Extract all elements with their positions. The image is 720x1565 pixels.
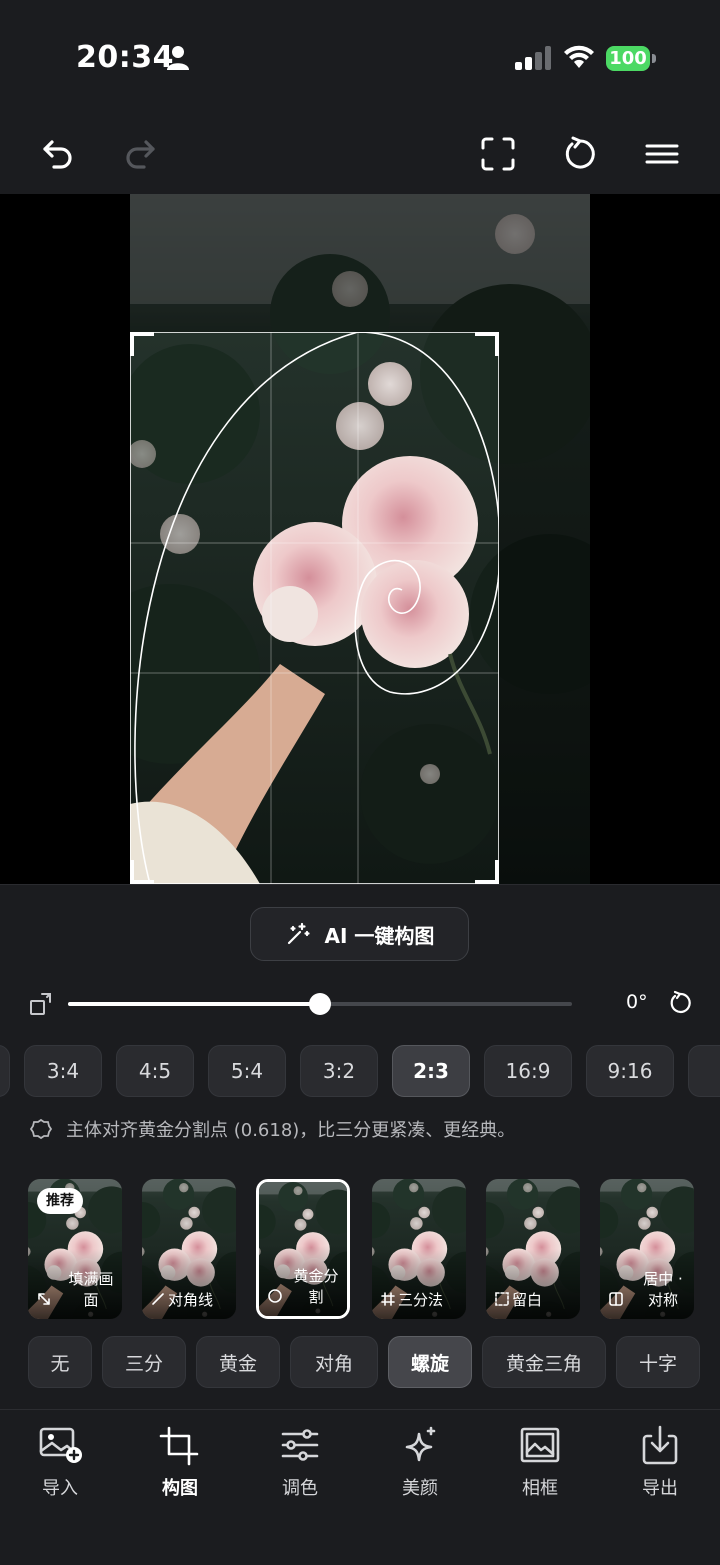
ratio-chip[interactable]: 5:4 bbox=[208, 1045, 286, 1097]
top-toolbar bbox=[0, 118, 720, 194]
golden-ratio-hint-icon bbox=[30, 1118, 52, 1140]
redo-button[interactable] bbox=[118, 132, 162, 176]
composition-card[interactable]: 填满画面 推荐 bbox=[28, 1179, 122, 1319]
diagonal-icon bbox=[152, 1293, 164, 1305]
composition-card[interactable]: 三分法 bbox=[372, 1179, 466, 1319]
crop-corner-handles[interactable] bbox=[130, 332, 499, 884]
composition-hint-text: 主体对齐黄金分割点 (0.618)，比三分更紧凑、更经典。 bbox=[66, 1120, 516, 1141]
export-icon bbox=[642, 1425, 678, 1465]
whitespace-icon bbox=[495, 1292, 509, 1306]
nav-item[interactable]: 构图 bbox=[135, 1424, 225, 1504]
composition-card-label: 留白 bbox=[512, 1291, 543, 1309]
composition-panel: AI 一键构图 0° 3:4 4:5 5:4 3:2 2:3 16:9 9:16 主体对齐黄… bbox=[0, 884, 720, 1565]
composition-card[interactable]: 对角线 bbox=[142, 1179, 236, 1319]
composition-card[interactable]: 居中 · 对称 bbox=[600, 1179, 694, 1319]
ratio-chip[interactable]: 2:3 bbox=[392, 1045, 470, 1097]
ai-compose-button[interactable]: AI 一键构图 bbox=[250, 907, 469, 961]
golden-spiral-overlay bbox=[134, 332, 499, 884]
status-time: 20:34 bbox=[76, 40, 174, 75]
composition-card-label: 对角线 bbox=[168, 1291, 214, 1309]
import-image-icon bbox=[39, 1427, 82, 1463]
ratio-chip[interactable]: 16:9 bbox=[484, 1045, 572, 1097]
sparkle-icon bbox=[405, 1426, 436, 1462]
status-bar: 20:34 100 bbox=[0, 0, 720, 118]
crop-mask-right bbox=[499, 332, 590, 884]
rotation-slider-fill bbox=[68, 1002, 320, 1006]
golden-ratio-icon bbox=[268, 1289, 282, 1303]
composition-card-label: 黄金分割 bbox=[293, 1267, 339, 1306]
person-icon bbox=[167, 46, 189, 70]
composition-card-label: 三分法 bbox=[398, 1291, 444, 1309]
nav-item-label: 构图 bbox=[162, 1478, 198, 1499]
nav-item[interactable]: 相框 bbox=[495, 1424, 585, 1504]
signal-icon bbox=[515, 46, 551, 70]
nav-item[interactable]: 导出 bbox=[615, 1424, 705, 1504]
grid-overlay-chip[interactable]: 无 bbox=[28, 1336, 92, 1388]
editor-canvas[interactable] bbox=[0, 194, 720, 884]
fullscreen-icon bbox=[481, 137, 515, 171]
nav-item-label: 调色 bbox=[282, 1478, 318, 1499]
nav-item-label: 导出 bbox=[642, 1478, 678, 1499]
center-icon bbox=[609, 1292, 623, 1306]
wifi-icon bbox=[564, 45, 594, 68]
grid-overlay-selector: 无三分 黄金 对角 螺旋 黄金三角 十字 bbox=[0, 1336, 720, 1390]
nav-item[interactable]: 导入 bbox=[15, 1424, 105, 1504]
ratio-chip[interactable]: 9:16 bbox=[586, 1045, 674, 1097]
grid-overlay-chip[interactable]: 黄金三角 bbox=[482, 1336, 606, 1388]
aspect-ratio-selector: 3:4 4:5 5:4 3:2 2:3 16:9 9:16 bbox=[0, 1045, 720, 1099]
magic-wand-icon bbox=[287, 922, 310, 945]
composition-templates: 填满画面 推荐对角线 黄金分割三分法 留白 居中 · 对称 bbox=[0, 1177, 720, 1323]
crop-mask-top bbox=[130, 194, 590, 332]
battery-indicator: 100 bbox=[606, 46, 650, 71]
crop-frame[interactable] bbox=[130, 332, 499, 884]
ratio-chip[interactable]: 4:5 bbox=[116, 1045, 194, 1097]
bottom-navigation: 导入 构图 调色 美颜 相框 导出 bbox=[0, 1409, 720, 1565]
rotation-slider[interactable] bbox=[68, 993, 572, 1015]
redo-icon bbox=[126, 140, 155, 169]
composition-card[interactable]: 留白 bbox=[486, 1179, 580, 1319]
nav-item-label: 相框 bbox=[522, 1478, 558, 1499]
nav-item-label: 美颜 bbox=[402, 1478, 438, 1499]
composition-hint: 主体对齐黄金分割点 (0.618)，比三分更紧凑、更经典。 bbox=[30, 1113, 710, 1145]
crop-icon bbox=[159, 1426, 199, 1466]
nav-item[interactable]: 调色 bbox=[255, 1424, 345, 1504]
rotate-icon bbox=[565, 136, 595, 169]
rotate-aspect-icon[interactable] bbox=[28, 991, 54, 1017]
frame-icon bbox=[520, 1427, 560, 1463]
menu-icon bbox=[645, 144, 679, 164]
grid-overlay-chip[interactable]: 对角 bbox=[290, 1336, 378, 1388]
composition-card-label: 居中 · 对称 bbox=[643, 1270, 683, 1309]
grid-overlay-chip[interactable]: 十字 bbox=[616, 1336, 700, 1388]
reset-rotation-icon[interactable] bbox=[667, 990, 693, 1016]
ratio-chip[interactable]: 3:2 bbox=[300, 1045, 378, 1097]
fullscreen-button[interactable] bbox=[476, 132, 520, 176]
ratio-chip[interactable]: 3:4 bbox=[24, 1045, 102, 1097]
menu-button[interactable] bbox=[640, 132, 684, 176]
undo-button[interactable] bbox=[36, 132, 80, 176]
rotate-button[interactable] bbox=[558, 132, 602, 176]
expand-icon bbox=[38, 1293, 50, 1305]
grid-overlay-chip[interactable]: 三分 bbox=[102, 1336, 186, 1388]
nav-item-label: 导入 bbox=[42, 1478, 78, 1499]
adjust-sliders-icon bbox=[281, 1429, 319, 1461]
grid-icon bbox=[381, 1292, 395, 1306]
grid-overlay-chip[interactable]: 螺旋 bbox=[388, 1336, 472, 1388]
rotation-control: 0° bbox=[0, 979, 720, 1029]
ratio-chip-offscreen[interactable] bbox=[0, 1045, 10, 1097]
undo-icon bbox=[43, 140, 72, 169]
ratio-chip-offscreen[interactable] bbox=[688, 1045, 720, 1097]
rotation-slider-thumb[interactable] bbox=[309, 993, 331, 1015]
battery-nub bbox=[652, 54, 656, 63]
composition-card[interactable]: 黄金分割 bbox=[256, 1179, 350, 1319]
ai-compose-label: AI 一键构图 bbox=[324, 923, 435, 948]
nav-item[interactable]: 美颜 bbox=[375, 1424, 465, 1504]
composition-card-label: 填满画面 bbox=[68, 1270, 114, 1309]
rotation-angle-value: 0° bbox=[626, 991, 648, 1013]
grid-overlay-chip[interactable]: 黄金 bbox=[196, 1336, 280, 1388]
recommended-badge: 推荐 bbox=[37, 1188, 83, 1214]
